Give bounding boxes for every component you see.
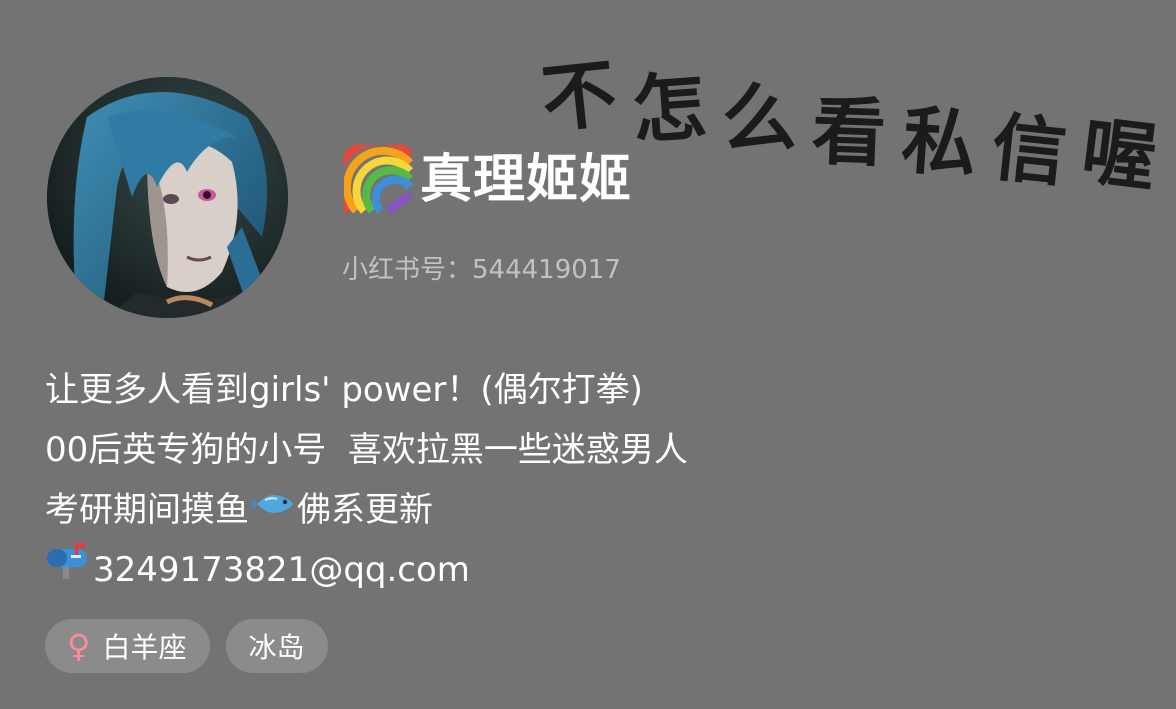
banner-char: 看 bbox=[810, 88, 888, 178]
female-icon: ♀ bbox=[67, 627, 91, 665]
tag-location[interactable]: 冰岛 bbox=[226, 619, 329, 673]
banner-char: 不 bbox=[537, 50, 621, 144]
profile-bio: 让更多人看到girls' power！(偶尔打拳) 00后英专狗的小号 喜欢拉黑… bbox=[45, 360, 945, 600]
banner-char: 么 bbox=[720, 74, 798, 164]
banner-char: 私 bbox=[899, 97, 979, 189]
profile-user-id[interactable]: 小红书号：544419017 bbox=[342, 249, 621, 286]
bio-line-4: 3249173821@qq.com bbox=[45, 540, 945, 600]
banner-handwritten-text: 不 怎 么 看 私 信 喔 bbox=[537, 50, 1176, 208]
avatar[interactable] bbox=[47, 77, 288, 318]
bio-line-3: 考研期间摸鱼 佛系更新 bbox=[45, 480, 945, 540]
tag-location-label: 冰岛 bbox=[248, 631, 305, 664]
fish-icon bbox=[251, 480, 295, 540]
profile-tags: ♀ 白羊座 冰岛 bbox=[45, 619, 329, 673]
bio-line-3-text-after: 佛系更新 bbox=[297, 490, 433, 530]
banner-char: 信 bbox=[987, 104, 1071, 198]
user-id-value: 544419017 bbox=[472, 255, 621, 285]
avatar-image bbox=[47, 77, 288, 318]
mailbox-icon bbox=[45, 540, 91, 600]
banner-char: 怎 bbox=[629, 63, 709, 155]
rainbow-icon bbox=[333, 137, 414, 215]
banner-char: 喔 bbox=[1077, 107, 1161, 203]
tag-zodiac[interactable]: ♀ 白羊座 bbox=[45, 619, 211, 673]
bio-email[interactable]: 3249173821@qq.com bbox=[93, 540, 470, 600]
bio-line-1: 让更多人看到girls' power！(偶尔打拳) bbox=[45, 370, 643, 410]
profile-display-name: 真理姬姬 bbox=[420, 150, 633, 210]
bio-line-2: 00后英专狗的小号 喜欢拉黑一些迷惑男人 bbox=[45, 430, 688, 470]
tag-zodiac-label: 白羊座 bbox=[102, 631, 187, 664]
user-id-label: 小红书号： bbox=[342, 255, 473, 285]
profile-name-row: 真理姬姬 bbox=[333, 137, 633, 215]
bio-line-3-text-before: 考研期间摸鱼 bbox=[45, 490, 249, 530]
